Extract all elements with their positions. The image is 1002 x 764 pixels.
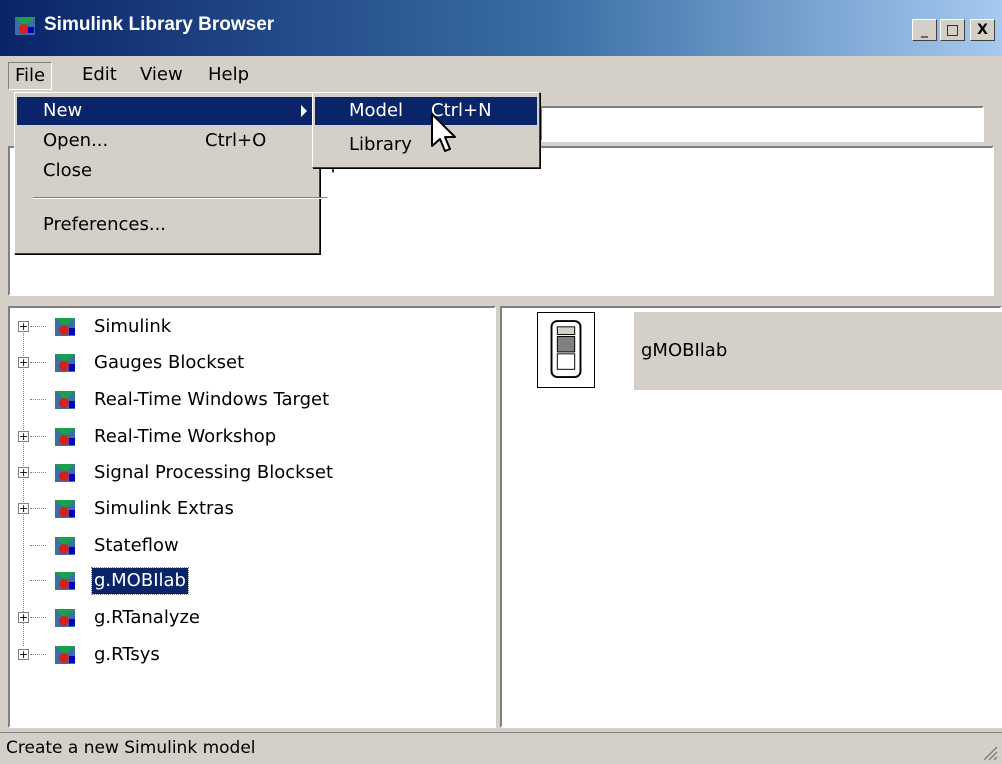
tree-item-stateflow[interactable]: Stateflow (0, 531, 480, 561)
expand-icon[interactable]: + (18, 649, 29, 660)
menu-item-label: Close (43, 160, 93, 181)
title-bar[interactable]: Simulink Library Browser _ □ X (0, 0, 1002, 56)
tree-item-g-rtsys[interactable]: + g.RTsys (0, 640, 480, 670)
menu-item-model[interactable]: Model Ctrl+N (315, 97, 537, 125)
new-submenu-dropdown: Model Ctrl+N Library (312, 92, 540, 168)
mouse-pointer-icon (431, 113, 456, 152)
tree-item-label[interactable]: Simulink Extras (92, 496, 236, 522)
resize-grip-icon[interactable] (980, 743, 998, 761)
menu-item-accel: Ctrl+O (205, 130, 267, 151)
tree-item-label[interactable]: g.RTanalyze (92, 605, 202, 631)
tree-dots (30, 580, 46, 581)
expand-icon[interactable]: + (18, 431, 29, 442)
simulink-library-icon (55, 428, 75, 446)
search-input[interactable] (540, 106, 984, 142)
simulink-library-icon (55, 391, 75, 409)
tree-item-g-mobilab[interactable]: g.MOBIlab (0, 566, 480, 596)
tree-item-real-time-windows-target[interactable]: Real-Time Windows Target (0, 385, 480, 415)
simulink-library-icon (55, 572, 75, 590)
expand-icon[interactable]: + (18, 612, 29, 623)
minimize-button[interactable]: _ (912, 19, 937, 41)
expand-icon[interactable]: + (18, 503, 29, 514)
maximize-button[interactable]: □ (940, 19, 965, 41)
menu-item-open[interactable]: Open... Ctrl+O (17, 127, 317, 155)
menu-help[interactable]: Help (202, 62, 255, 88)
tree-dots (30, 508, 46, 509)
menu-item-label: Open... (43, 130, 109, 151)
status-text: Create a new Simulink model (6, 738, 256, 758)
menu-edit[interactable]: Edit (76, 62, 123, 88)
expand-icon[interactable]: + (18, 467, 29, 478)
tree-item-label[interactable]: Real-Time Workshop (92, 424, 278, 450)
block-item-label[interactable]: gMOBIlab (641, 340, 727, 361)
close-button[interactable]: X (970, 19, 995, 41)
tree-dots (30, 362, 46, 363)
simulink-library-icon (55, 609, 75, 627)
menu-item-label: Library (349, 134, 412, 155)
menu-view[interactable]: View (134, 62, 189, 88)
tree-dots (30, 326, 46, 327)
menu-item-close[interactable]: Close (17, 157, 317, 185)
tree-item-simulink[interactable]: + Simulink (0, 312, 480, 342)
gmobilab-block-icon[interactable] (537, 312, 595, 388)
menu-separator (33, 197, 327, 199)
tree-item-real-time-workshop[interactable]: + Real-Time Workshop (0, 422, 480, 452)
menu-item-label: New (43, 100, 83, 121)
window-title: Simulink Library Browser (44, 14, 275, 35)
tree-dots (30, 436, 46, 437)
menu-item-library[interactable]: Library (315, 131, 537, 159)
tree-dots (30, 545, 46, 546)
menu-item-preferences[interactable]: Preferences... (17, 211, 317, 239)
simulink-library-icon (55, 318, 75, 336)
tree-dots (30, 399, 46, 400)
simulink-library-icon (55, 537, 75, 555)
tree-item-simulink-extras[interactable]: + Simulink Extras (0, 494, 480, 524)
simulink-library-icon (55, 500, 75, 518)
file-menu-dropdown: New Open... Ctrl+O Close Preferences... (14, 92, 327, 254)
tree-item-g-rtanalyze[interactable]: + g.RTanalyze (0, 603, 480, 633)
expand-icon[interactable]: + (18, 321, 29, 332)
simulink-library-icon (55, 646, 75, 664)
tree-dots (30, 472, 46, 473)
tree-item-label-selected[interactable]: g.MOBIlab (91, 567, 189, 595)
menu-item-label: Model (349, 100, 404, 121)
tree-dots (30, 654, 46, 655)
tree-item-label[interactable]: Real-Time Windows Target (92, 387, 331, 413)
tree-item-gauges-blockset[interactable]: + Gauges Blockset (0, 348, 480, 378)
tree-item-label[interactable]: Simulink (92, 314, 173, 340)
expand-icon[interactable]: + (18, 357, 29, 368)
tree-dots (30, 617, 46, 618)
simulink-icon (15, 17, 35, 35)
simulink-library-browser-window: Simulink Library Browser _ □ X File Edit… (0, 0, 1002, 764)
tree-item-signal-processing-blockset[interactable]: + Signal Processing Blockset (0, 458, 480, 488)
tree-item-label[interactable]: Signal Processing Blockset (92, 460, 335, 486)
simulink-library-icon (55, 464, 75, 482)
menu-item-label: Preferences... (43, 214, 167, 235)
tree-item-label[interactable]: Stateflow (92, 533, 181, 559)
simulink-library-icon (55, 354, 75, 372)
tree-item-label[interactable]: g.RTsys (92, 642, 162, 668)
submenu-arrow-icon (301, 105, 307, 117)
menu-item-new[interactable]: New (17, 97, 317, 125)
menu-file[interactable]: File (8, 62, 53, 90)
tree-item-label[interactable]: Gauges Blockset (92, 350, 246, 376)
